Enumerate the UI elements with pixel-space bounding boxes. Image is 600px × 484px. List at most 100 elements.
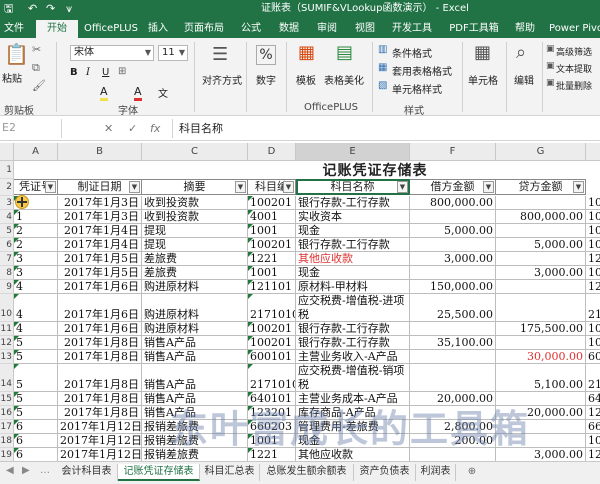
sheet-tab-balance-sheet[interactable]: 资产负债表 <box>354 464 416 481</box>
cell-c[interactable]: 收到投资款 <box>142 210 248 224</box>
cell-d[interactable]: 1001 <box>248 266 296 280</box>
row-header[interactable]: 13 <box>0 350 14 364</box>
row-header[interactable]: 19 <box>0 448 14 462</box>
cell-a[interactable]: 4 <box>14 280 58 294</box>
cell-h[interactable]: 66 <box>586 420 600 434</box>
table-header-cell[interactable]: 摘要 ▼ <box>142 179 248 195</box>
text-extract-button[interactable]: 文本提取 <box>556 62 592 75</box>
name-box[interactable]: E2 <box>0 119 62 138</box>
cell-b[interactable]: 2017年1月12日 <box>58 420 142 434</box>
batch-delete-button[interactable]: 批量删除 <box>556 79 592 92</box>
row-header[interactable]: 8 <box>0 266 14 280</box>
cell-g[interactable] <box>496 224 586 238</box>
tab-review[interactable]: 审阅 <box>312 20 342 38</box>
cell-d[interactable]: 100201 <box>248 322 296 336</box>
cell-c[interactable]: 购进原材料 <box>142 280 248 294</box>
tab-insert[interactable]: 插入 <box>144 20 172 38</box>
table-beautify-button[interactable]: 表格美化 <box>324 72 364 87</box>
cell-h[interactable]: 10 <box>586 196 600 210</box>
cell-a[interactable]: 6 <box>14 420 58 434</box>
cell-a[interactable]: 5 <box>14 350 58 364</box>
cell-h[interactable]: 12 <box>586 448 600 462</box>
row-header[interactable]: 7 <box>0 252 14 266</box>
tab-developer[interactable]: 开发工具 <box>388 20 436 38</box>
cell-e[interactable]: 原材料-甲材料 <box>296 280 410 294</box>
more-sheets-icon[interactable]: … <box>40 465 50 476</box>
table-beautify-icon[interactable]: ▤ <box>336 44 353 62</box>
cell-c[interactable]: 差旅费 <box>142 266 248 280</box>
cell-f[interactable]: 150,000.00 <box>410 280 496 294</box>
cells-button[interactable]: 单元格 <box>468 72 498 87</box>
tab-file[interactable]: 文件 <box>0 20 28 38</box>
cell-h[interactable]: 21 <box>586 294 600 322</box>
border-icon[interactable]: ⊞ <box>118 67 126 77</box>
phonetic-icon[interactable]: 文 <box>158 85 168 100</box>
table-header-cell[interactable]: 凭证号 ▼ <box>14 179 58 195</box>
tab-officeplus[interactable]: OfficePLUS <box>80 20 142 38</box>
cell-a[interactable]: 6 <box>14 448 58 462</box>
row-header[interactable]: 16 <box>0 406 14 420</box>
enter-icon[interactable]: ✓ <box>128 119 137 138</box>
cell-b[interactable]: 2017年1月4日 <box>58 238 142 252</box>
cell-f[interactable]: 35,100.00 <box>410 336 496 350</box>
cell-c[interactable]: 提现 <box>142 238 248 252</box>
cell-b[interactable]: 2017年1月5日 <box>58 252 142 266</box>
template-icon[interactable]: ▦ <box>298 44 315 62</box>
editing-button[interactable]: 编辑 <box>514 72 534 87</box>
cell-f[interactable]: 5,000.00 <box>410 224 496 238</box>
row-header[interactable]: 1 <box>0 161 14 179</box>
cell-f[interactable] <box>410 322 496 336</box>
cell-a[interactable]: 1 <box>14 210 58 224</box>
cell-h[interactable]: 10 <box>586 238 600 252</box>
cell-h[interactable]: 10 <box>586 336 600 350</box>
cell-a[interactable]: 5 <box>14 406 58 420</box>
alignment-button[interactable]: 对齐方式 <box>202 72 242 87</box>
tab-data[interactable]: 数据 <box>274 20 304 38</box>
column-header-col-a[interactable]: A <box>14 143 58 161</box>
highlight-icon[interactable]: A <box>100 85 108 101</box>
cell-f[interactable] <box>410 210 496 224</box>
sheet-tab-ledger-balance[interactable]: 总账发生额余额表 <box>260 464 354 481</box>
row-header[interactable]: 11 <box>0 322 14 336</box>
cell-b[interactable]: 2017年1月6日 <box>58 294 142 322</box>
cell-h[interactable]: 10 <box>586 434 600 448</box>
cell-h[interactable]: 21 <box>586 364 600 392</box>
column-header-col-g[interactable]: G <box>496 143 586 161</box>
row-header[interactable]: 18 <box>0 434 14 448</box>
cell-a[interactable]: 2 <box>14 224 58 238</box>
italic-button[interactable]: I <box>86 67 90 78</box>
filter-dropdown-icon[interactable]: ▼ <box>573 181 584 193</box>
filter-dropdown-icon[interactable]: ▼ <box>283 181 294 193</box>
filter-dropdown-icon[interactable]: ▼ <box>45 181 56 193</box>
cell-b[interactable]: 2017年1月4日 <box>58 224 142 238</box>
row-header[interactable]: 2 <box>0 179 14 196</box>
cells-icon[interactable]: ▦ <box>474 44 491 62</box>
underline-button[interactable]: U <box>102 67 109 78</box>
cell-h[interactable]: 10 <box>586 266 600 280</box>
cell-f[interactable] <box>410 364 496 392</box>
row-header[interactable]: 3 <box>0 196 14 210</box>
cell-b[interactable]: 2017年1月6日 <box>58 280 142 294</box>
paste-button[interactable]: 粘贴 <box>2 70 22 85</box>
cell-b[interactable]: 2017年1月5日 <box>58 266 142 280</box>
row-header[interactable]: 6 <box>0 238 14 252</box>
cell-g[interactable]: 30,000.00 <box>496 350 586 364</box>
cell-b[interactable]: 2017年1月12日 <box>58 434 142 448</box>
cell-e[interactable]: 应交税费-增值税-进项税 <box>296 294 410 322</box>
insert-function-icon[interactable]: fx <box>150 119 160 138</box>
font-name-combo[interactable]: 宋体 ▼ <box>70 45 154 61</box>
sheet-tab-income-statement[interactable]: 利润表 <box>416 464 456 481</box>
cell-g[interactable]: 175,500.00 <box>496 322 586 336</box>
template-button[interactable]: 模板 <box>296 72 316 87</box>
row-header[interactable]: 14 <box>0 364 14 392</box>
cell-f[interactable]: 25,500.00 <box>410 294 496 322</box>
search-icon[interactable]: ⌕ <box>516 44 526 62</box>
cell-h[interactable]: 64 <box>586 392 600 406</box>
number-format-button[interactable]: 数字 <box>256 72 276 87</box>
cell-d[interactable]: 100201 <box>248 238 296 252</box>
sheet-tab-voucher-storage[interactable]: 记账凭证存储表 <box>118 464 200 481</box>
cell-g[interactable]: 800,000.00 <box>496 210 586 224</box>
cell-e[interactable]: 银行存款-工行存款 <box>296 322 410 336</box>
column-header-col-f[interactable]: F <box>410 143 496 161</box>
cell-g[interactable] <box>496 196 586 210</box>
